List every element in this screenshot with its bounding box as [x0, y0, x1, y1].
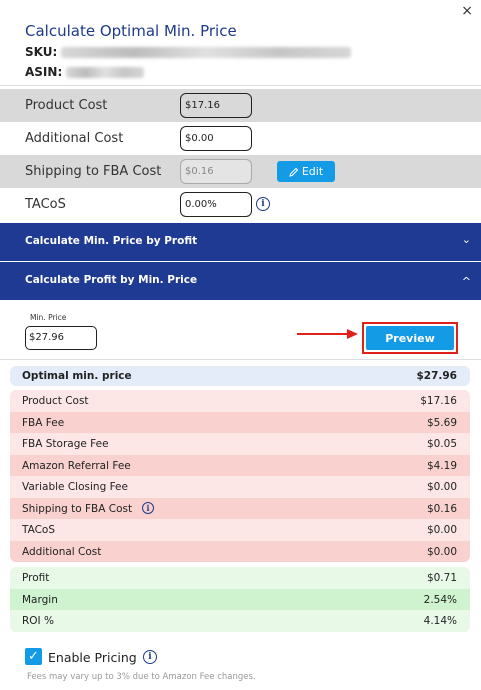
costs-breakdown: Product Cost $17.16 FBA Fee $5.69 FBA Stor…: [10, 390, 470, 562]
min-price-label: Min. Price: [30, 313, 67, 322]
list-item: FBA Fee $5.69: [10, 411, 470, 433]
section-profit-by-min-price[interactable]: Calculate Profit by Min. Price ^: [0, 262, 481, 300]
section-min-price-by-profit[interactable]: Calculate Min. Price by Profit ⌄: [0, 223, 481, 261]
sku-row: SKU:: [25, 45, 352, 59]
asin-row: ASIN:: [25, 65, 145, 79]
item-value: $4.19: [426, 459, 457, 472]
preview-highlight: Preview: [362, 322, 458, 354]
list-item: Product Cost $17.16: [10, 390, 470, 412]
item-value: $0.00: [426, 524, 457, 536]
item-value: $0.00: [426, 545, 457, 558]
additional-cost-row: Additional Cost $0.00: [0, 122, 481, 155]
tacos-row: TACoS 0.00% i: [0, 188, 481, 221]
list-item: Variable Closing Fee $0.00: [10, 476, 470, 498]
shipping-cost-input: $0.16: [180, 159, 252, 184]
item-value: $17.16: [420, 395, 457, 407]
product-cost-input[interactable]: $17.16: [180, 93, 252, 118]
item-label: Shipping to FBA Cost: [22, 502, 133, 515]
shipping-cost-row: Shipping to FBA Cost $0.16 Edit: [0, 155, 481, 188]
dialog-title: Calculate Optimal Min. Price: [25, 22, 237, 40]
section-title: Calculate Min. Price by Profit: [25, 235, 198, 247]
optimal-price-label: Optimal min. price: [22, 370, 132, 382]
optimal-price-box: Optimal min. price $27.96: [10, 366, 470, 386]
profit-results: Profit $0.71 Margin 2.54% ROI % 4.14%: [10, 567, 470, 632]
product-cost-label: Product Cost: [25, 98, 108, 113]
item-label: Profit: [22, 572, 50, 584]
item-label: ROI %: [22, 615, 54, 627]
item-label: Margin: [22, 593, 58, 606]
list-item: Additional Cost $0.00: [10, 540, 470, 562]
item-label: Amazon Referral Fee: [22, 459, 131, 472]
list-item: ROI % 4.14%: [10, 610, 470, 632]
edit-shipping-button[interactable]: Edit: [277, 161, 335, 182]
item-value: 4.14%: [423, 615, 457, 627]
list-item: Shipping to FBA Cost i $0.16: [10, 497, 470, 519]
asin-label: ASIN:: [25, 65, 63, 79]
additional-cost-input[interactable]: $0.00: [180, 126, 252, 151]
chevron-up-icon: ^: [461, 275, 471, 288]
fee-disclaimer: Fees may vary up to 3% due to Amazon Fee…: [27, 672, 256, 682]
sku-label: SKU:: [25, 45, 58, 59]
divider: [0, 359, 481, 360]
section-title: Calculate Profit by Min. Price: [25, 274, 198, 286]
item-value: $0.71: [426, 572, 457, 584]
list-item: Profit $0.71: [10, 567, 470, 589]
enable-pricing-info-icon[interactable]: i: [143, 650, 157, 664]
item-label: Variable Closing Fee: [22, 481, 128, 493]
preview-button[interactable]: Preview: [366, 326, 454, 350]
sku-value-redacted: [61, 47, 352, 58]
shipping-cost-label: Shipping to FBA Cost: [25, 164, 162, 179]
shipping-info-icon[interactable]: i: [142, 501, 154, 514]
item-value: 2.54%: [423, 593, 457, 606]
item-value: $0.00: [426, 481, 457, 493]
list-item: Margin 2.54%: [10, 588, 470, 610]
asin-value-redacted: [66, 67, 145, 78]
item-label: FBA Storage Fee: [22, 438, 109, 450]
item-value: $5.69: [426, 416, 457, 429]
edit-button-label: Edit: [301, 165, 324, 178]
divider: [0, 85, 481, 86]
item-label: TACoS: [22, 524, 56, 536]
min-price-input[interactable]: $27.96: [25, 326, 97, 350]
list-item: FBA Storage Fee $0.05: [10, 433, 470, 455]
optimal-price-row: Optimal min. price $27.96: [10, 366, 470, 386]
close-icon[interactable]: ×: [461, 3, 473, 19]
tacos-info-icon[interactable]: i: [256, 197, 270, 211]
enable-pricing-checkbox[interactable]: ✓: [25, 648, 42, 665]
optimal-price-value: $27.96: [416, 370, 457, 382]
tacos-label: TACoS: [25, 197, 66, 212]
item-value: $0.16: [426, 502, 457, 515]
product-cost-row: Product Cost $17.16: [0, 89, 481, 122]
tacos-input[interactable]: 0.00%: [180, 192, 252, 217]
pencil-icon: [289, 167, 299, 177]
additional-cost-label: Additional Cost: [25, 131, 124, 146]
item-label: Additional Cost: [22, 545, 102, 558]
enable-pricing-label: Enable Pricing: [48, 650, 137, 665]
chevron-down-icon: ⌄: [461, 233, 471, 246]
list-item: TACoS $0.00: [10, 519, 470, 541]
item-label: Product Cost: [22, 395, 89, 407]
item-label: FBA Fee: [22, 416, 65, 429]
list-item: Amazon Referral Fee $4.19: [10, 454, 470, 476]
item-value: $0.05: [426, 438, 457, 450]
arrow-right-icon: [297, 329, 358, 339]
